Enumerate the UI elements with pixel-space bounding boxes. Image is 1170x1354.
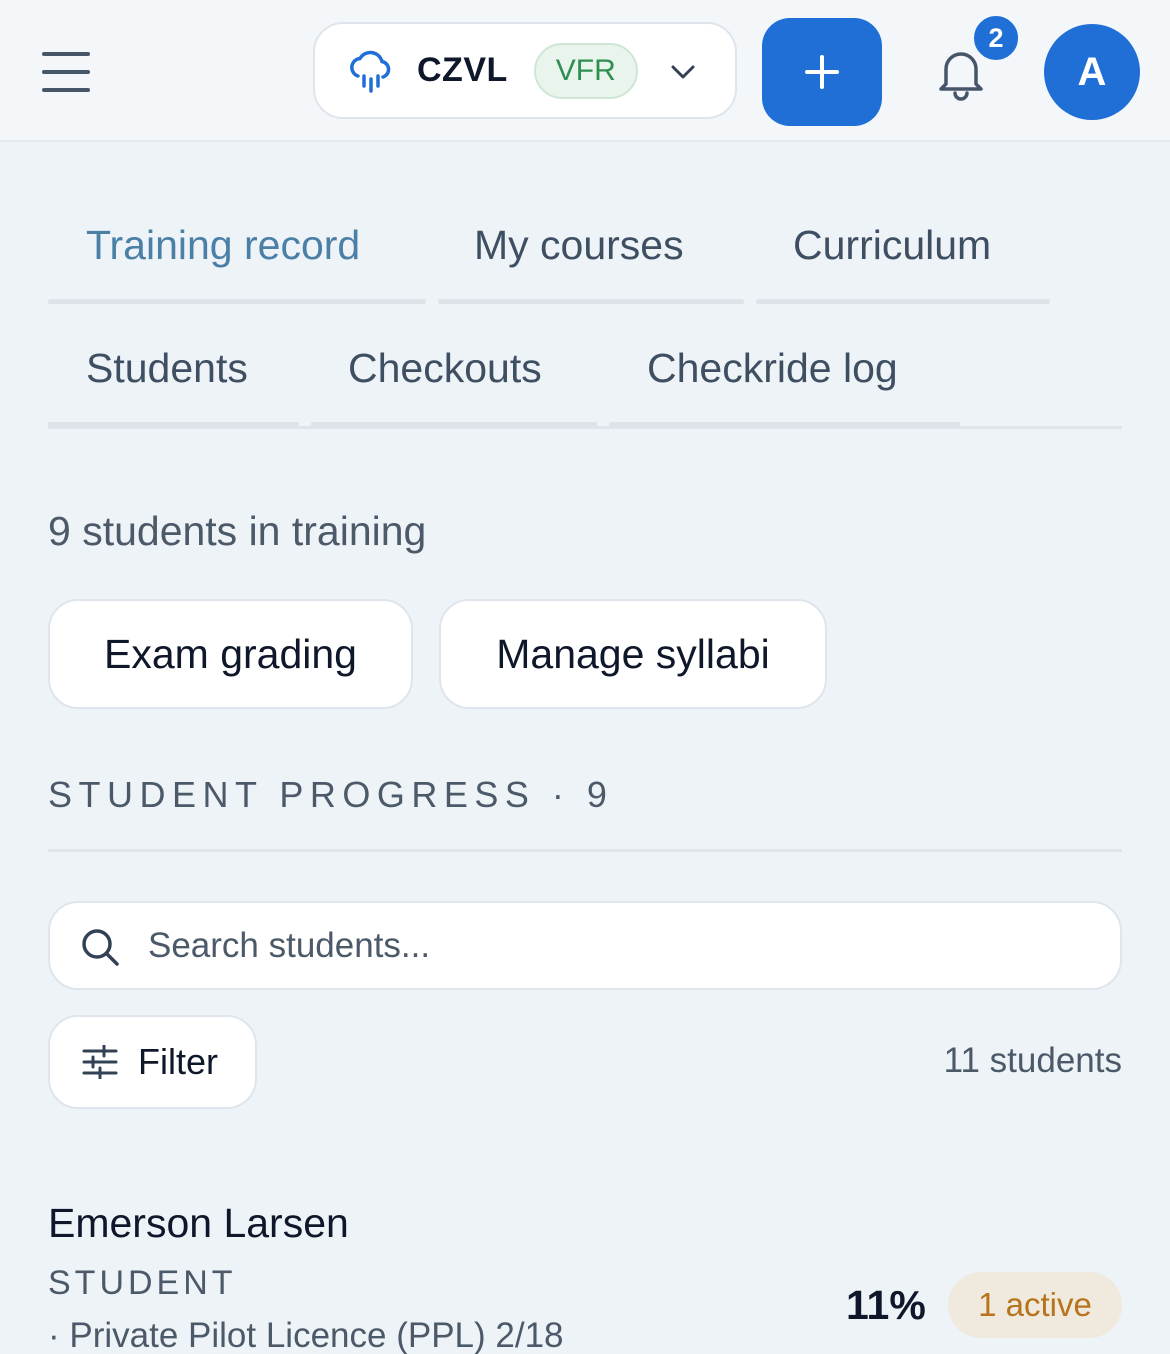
student-course: · Private Pilot Licence (PPL) 2/18 xyxy=(48,1316,564,1354)
avatar[interactable]: A xyxy=(1044,24,1140,120)
top-bar: CZVL VFR 2 A xyxy=(0,0,1170,142)
tab-training-record[interactable]: Training record xyxy=(86,222,360,282)
station-selector[interactable]: CZVL VFR xyxy=(313,22,737,119)
students-in-training-text: 9 students in training xyxy=(48,508,427,554)
status-badge: 1 active xyxy=(948,1272,1122,1338)
tabs-divider xyxy=(48,426,1122,429)
tab-my-courses[interactable]: My courses xyxy=(474,222,684,282)
station-code: CZVL xyxy=(417,51,508,89)
search-input[interactable] xyxy=(148,917,1048,975)
student-name: Emerson Larsen xyxy=(48,1200,349,1246)
rain-cloud-icon xyxy=(350,50,391,93)
tab-checkouts[interactable]: Checkouts xyxy=(348,345,542,405)
student-role: STUDENT xyxy=(48,1264,237,1302)
tab-underline xyxy=(48,299,426,304)
filter-button[interactable]: Filter xyxy=(48,1015,257,1109)
exam-grading-button[interactable]: Exam grading xyxy=(48,599,413,709)
plus-icon xyxy=(805,55,839,89)
student-progress-heading: STUDENT PROGRESS · 9 xyxy=(48,774,614,815)
tab-checkride-log[interactable]: Checkride log xyxy=(647,345,898,405)
hamburger-icon[interactable] xyxy=(40,50,92,94)
tab-underline xyxy=(438,299,744,304)
notification-count-badge: 2 xyxy=(970,12,1022,64)
tab-curriculum[interactable]: Curriculum xyxy=(793,222,991,282)
manage-syllabi-button[interactable]: Manage syllabi xyxy=(439,599,827,709)
filter-label: Filter xyxy=(138,1041,218,1082)
tab-underline xyxy=(756,299,1050,304)
section-divider xyxy=(48,849,1122,852)
search-students-field xyxy=(48,901,1122,990)
student-count: 11 students xyxy=(943,1041,1122,1080)
search-icon xyxy=(82,929,119,966)
student-progress-percent: 11% xyxy=(846,1282,926,1328)
chevron-down-icon xyxy=(671,65,695,79)
flight-rules-badge: VFR xyxy=(533,42,638,99)
add-button[interactable] xyxy=(762,18,882,126)
tab-students[interactable]: Students xyxy=(86,345,248,405)
sliders-icon xyxy=(82,1045,118,1079)
